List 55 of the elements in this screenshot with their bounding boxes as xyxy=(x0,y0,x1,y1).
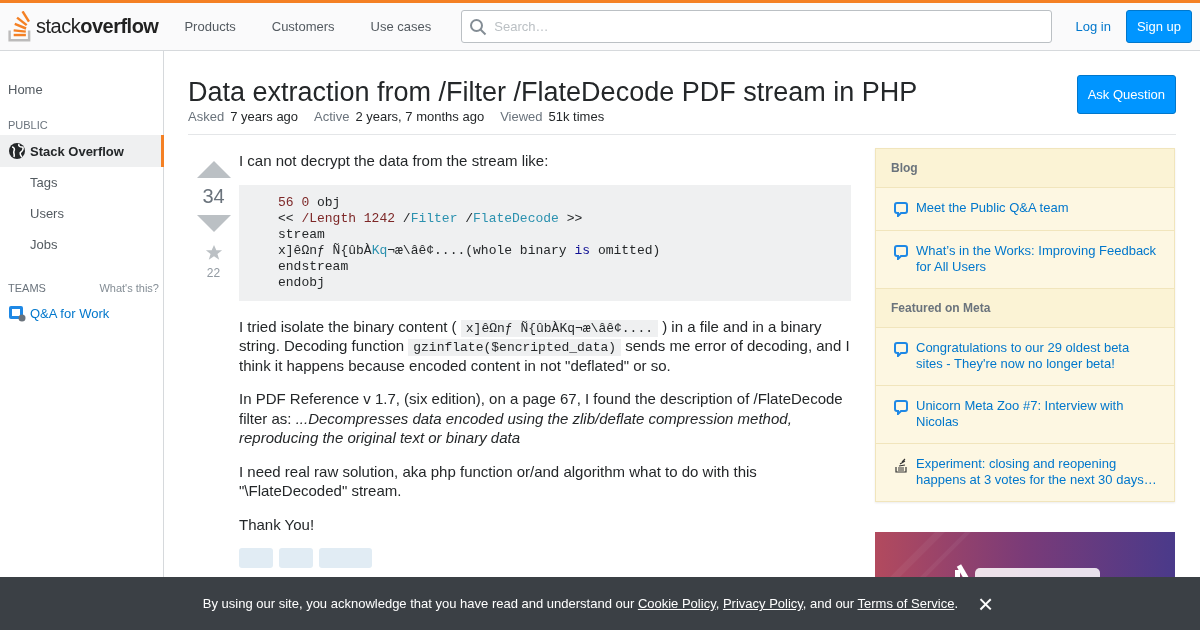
widget-link[interactable]: Experiment: closing and reopening happens at 3 votes for the next 30 days… xyxy=(916,456,1159,488)
post-paragraph: Thank You! xyxy=(239,514,316,534)
downvote-icon[interactable] xyxy=(196,214,231,232)
widget-heading: Blog xyxy=(876,149,1174,188)
sidebar-item[interactable]: Stack Overflow xyxy=(0,135,164,167)
meta-value: 51k times xyxy=(548,109,605,124)
widget-link[interactable]: Meet the Public Q&A team xyxy=(916,200,1069,216)
post-paragraph: I tried isolate the binary content ( x]êΩnƒ Ñ{ûbÀKq¬æ\âê¢.... ) in a file and in a binary string. Decoding function gzinflate($encripted_data) sends me error of decoding, and I think it happens because encoded content in not "deflated" or so. xyxy=(239,316,851,375)
speech-bubble-icon xyxy=(894,202,908,217)
cookie-notice: By using our site, you acknowledge that you have read and understand our Cookie Policy, Privacy Policy, and our Terms of Service. xyxy=(202,596,958,611)
globe-icon xyxy=(8,142,26,160)
sidebar-item[interactable]: Jobs xyxy=(0,229,164,260)
post-paragraph: In PDF Reference v 1.7, (six edition), on a page 67, I found the description of /FlateDecode filter as: ...Decompresses data encoded using the zlib/deflate compression method, reproducing the original text or binary data xyxy=(239,389,844,448)
close-button[interactable]: × xyxy=(974,593,998,614)
help-link[interactable]: What's this? xyxy=(99,282,159,294)
logo-wordmark[interactable]: stackoverflow xyxy=(36,15,159,38)
speech-bubble-icon xyxy=(894,342,908,357)
code-block: 56 0 obj << /Length 1242 /Filter /FlateDecode >> stream x]êΩnƒ Ñ{ûbÀKq¬æ\âê¢....(whole binary is omitted) endstream endobj xyxy=(239,184,851,301)
upvote-icon[interactable] xyxy=(196,161,231,179)
tag-chip[interactable] xyxy=(279,548,313,568)
sidebar-item[interactable]: Users xyxy=(0,198,164,229)
home-link[interactable]: Home xyxy=(0,82,163,97)
nav-link[interactable]: Products xyxy=(172,19,254,34)
question-title: Data extraction from /Filter /FlateDecode PDF stream in PHP xyxy=(188,76,918,109)
briefcase-icon xyxy=(8,304,26,322)
speech-bubble-icon xyxy=(894,400,908,415)
post-paragraph: I need real raw solution, aka php function or/and algorithm what to do with this "\FlateDecoded" stream. xyxy=(239,461,758,501)
meta-label: Active xyxy=(314,109,350,124)
nav-link[interactable]: Use cases xyxy=(352,19,450,34)
policy-link[interactable]: Privacy Policy xyxy=(722,596,803,611)
meta-label: Asked xyxy=(188,109,225,124)
meta-value: 2 years, 7 months ago xyxy=(355,109,485,124)
nav-link[interactable]: Customers xyxy=(253,19,353,34)
widget-link[interactable]: Congratulations to our 29 oldest beta sites - They're now no longer beta! xyxy=(916,340,1159,372)
widget-heading: Featured on Meta xyxy=(876,289,1174,328)
meta-value: 7 years ago xyxy=(230,109,299,124)
star-icon[interactable] xyxy=(204,244,223,262)
section-label: PUBLIC xyxy=(7,119,49,131)
favorite-count: 22 xyxy=(206,266,221,280)
tag-chip[interactable] xyxy=(319,548,372,568)
sidebar-item[interactable]: Tags xyxy=(0,167,164,198)
policy-link[interactable]: Cookie Policy xyxy=(637,596,716,611)
section-label: TEAMS xyxy=(8,282,46,294)
search-field[interactable]: Search… xyxy=(461,10,1053,43)
speech-bubble-icon xyxy=(894,245,908,260)
post-paragraph: I can not decrypt the data from the stream like: xyxy=(239,151,550,171)
teams-link[interactable]: Q&A for Work xyxy=(0,294,163,332)
tag-chip[interactable] xyxy=(239,548,273,568)
widget-link[interactable]: What’s in the Works: Improving Feedback for All Users xyxy=(916,243,1159,275)
widget-link[interactable]: Unicorn Meta Zoo #7: Interview with Nicolas xyxy=(916,398,1159,430)
meta-label: Viewed xyxy=(500,109,543,124)
vote-count: 34 xyxy=(202,185,225,208)
stack-icon xyxy=(894,458,908,473)
login-link[interactable]: Log in xyxy=(1060,19,1126,34)
search-icon xyxy=(469,18,488,36)
